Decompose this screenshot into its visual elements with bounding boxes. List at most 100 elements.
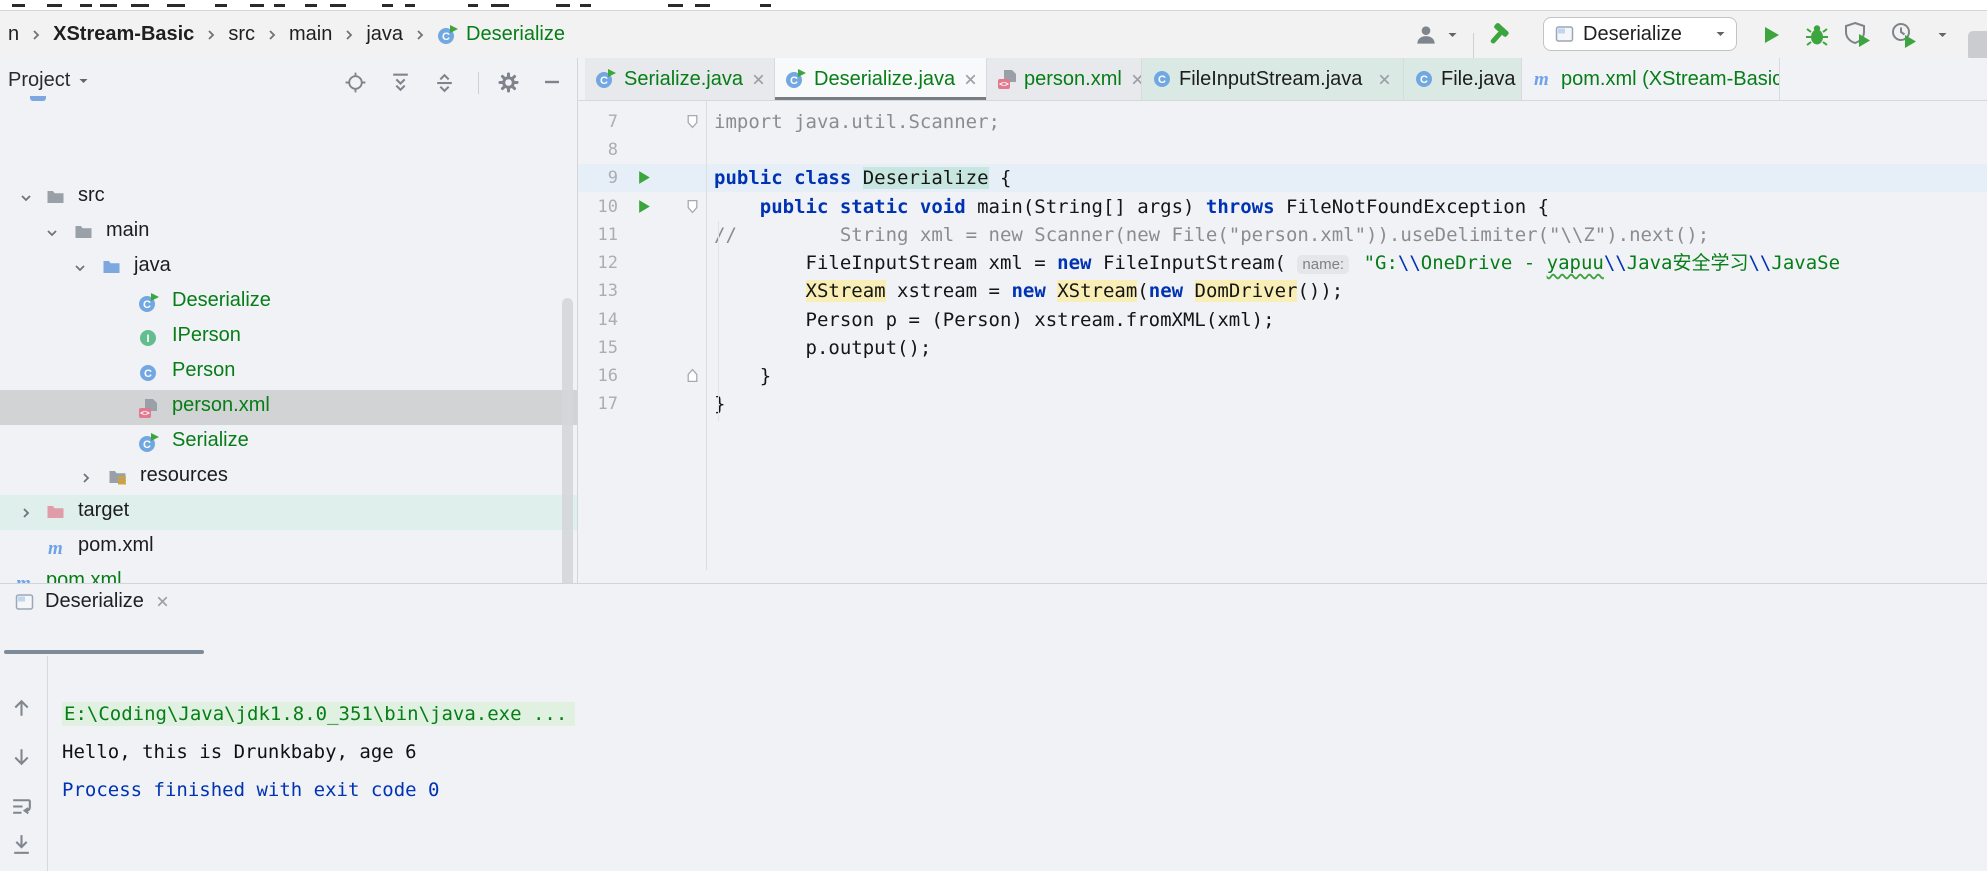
file-type-icon: m	[1532, 69, 1554, 89]
tree-item-target[interactable]: target	[0, 495, 577, 530]
fold-marker[interactable]	[686, 114, 699, 134]
tree-toggle[interactable]	[18, 504, 34, 527]
code-line-7[interactable]: import java.util.Scanner;	[714, 108, 1000, 136]
menu-text-clipped	[760, 4, 771, 7]
tree-item-person[interactable]: C Person	[0, 355, 577, 390]
code-line-17[interactable]: }	[714, 390, 725, 418]
menu-text-clipped	[12, 4, 25, 7]
close-icon[interactable]	[962, 71, 979, 88]
code-token: }	[714, 365, 772, 387]
code-token: xstream =	[885, 280, 1012, 302]
menu-text-clipped	[668, 4, 683, 7]
chevron-down-icon[interactable]	[1934, 11, 1950, 58]
code-line-12[interactable]: FileInputStream xml = new FileInputStrea…	[714, 249, 1840, 277]
settings-button[interactable]	[497, 71, 520, 99]
tree-item-main[interactable]: main	[0, 215, 577, 250]
run-configuration-select[interactable]: Deserialize	[1543, 17, 1737, 51]
hide-button[interactable]	[541, 71, 563, 98]
tree-item-resources[interactable]: resources	[0, 460, 577, 495]
breadcrumb-item[interactable]: java	[366, 23, 403, 46]
fold-marker[interactable]	[686, 199, 699, 219]
chevron-right-icon	[78, 470, 94, 486]
code-line-14[interactable]: Person p = (Person) xstream.fromXML(xml)…	[714, 306, 1275, 334]
code-line-10[interactable]: public static void main(String[] args) t…	[714, 193, 1549, 221]
tree-item-serialize[interactable]: C Serialize	[0, 425, 577, 460]
tree-item-deserialize[interactable]: C Deserialize	[0, 285, 577, 320]
collapse-all-button[interactable]	[433, 71, 456, 99]
code-token: XStream	[1057, 280, 1138, 302]
profiler-button[interactable]	[1888, 11, 1922, 58]
code-line-11[interactable]: // String xml = new Scanner(new File("pe…	[714, 221, 1709, 249]
scroll-to-end-icon	[9, 832, 34, 857]
clipped-toolbar-button[interactable]	[1968, 31, 1987, 61]
tree-item-java[interactable]: java	[0, 250, 577, 285]
fold-marker[interactable]	[686, 368, 699, 388]
user-button[interactable]	[1412, 11, 1440, 58]
locate-button[interactable]	[344, 71, 367, 99]
toolbar-separator	[1473, 33, 1474, 59]
editor-tab-fileinputstream-java[interactable]: C FileInputStream.java	[1142, 58, 1404, 100]
code-token: Deserialize	[862, 167, 989, 189]
scroll-to-end-button[interactable]	[9, 832, 34, 862]
chevron-down-icon[interactable]	[1444, 11, 1460, 58]
code-line-9[interactable]: public class Deserialize {	[714, 164, 1011, 192]
editor-area[interactable]: C Serialize.java C Deserialize.java <> person…	[578, 58, 1987, 641]
editor-tab-deserialize-java[interactable]: C Deserialize.java	[775, 58, 987, 100]
xml-holder: <>	[138, 398, 158, 425]
interface-icon: I	[138, 328, 158, 348]
soft-wrap-button[interactable]	[9, 794, 34, 824]
tree-item-pom-xml[interactable]: m pom.xml	[0, 565, 577, 583]
project-panel-title: Project	[8, 69, 71, 91]
arrow-down-button[interactable]	[9, 744, 34, 774]
tree-toggle[interactable]	[78, 469, 94, 492]
tree-item-src[interactable]: src	[0, 180, 577, 215]
project-scrollbar[interactable]	[562, 298, 573, 626]
folder-gray-icon	[74, 223, 93, 241]
editor-tab-file-java[interactable]: C File.java	[1404, 58, 1522, 100]
breadcrumb-item[interactable]: src	[228, 23, 255, 46]
editor-tab-pom-xml-xstream-basic-[interactable]: m pom.xml (XStream-Basic)	[1522, 58, 1780, 100]
run-with-coverage-button[interactable]	[1843, 11, 1875, 58]
tree-toggle[interactable]	[18, 189, 34, 212]
code-token: ());	[1297, 280, 1344, 302]
debug-button[interactable]	[1802, 11, 1832, 58]
breadcrumb-item[interactable]: C Deserialize	[437, 23, 565, 46]
run-tab[interactable]: Deserialize	[14, 590, 171, 613]
svg-text:C: C	[143, 439, 151, 451]
breadcrumb-item[interactable]: main	[289, 23, 332, 46]
run-line-button[interactable]	[638, 170, 651, 190]
project-view-selector[interactable]: Project	[8, 69, 89, 92]
breadcrumb-item[interactable]: n	[8, 23, 19, 46]
class-run-icon: C	[138, 293, 160, 313]
arrow-up-button[interactable]	[9, 696, 34, 726]
run-button[interactable]	[1756, 11, 1786, 58]
maven-holder: m	[14, 573, 36, 583]
breadcrumb-separator-icon	[28, 27, 44, 43]
class-icon: C	[138, 363, 158, 383]
editor-tab-person-xml[interactable]: <> person.xml	[987, 58, 1142, 100]
expand-all-button[interactable]	[389, 71, 412, 99]
code-line-16[interactable]: }	[714, 362, 771, 390]
tree-toggle[interactable]	[72, 259, 88, 282]
close-icon[interactable]	[1376, 71, 1393, 88]
code-line-13[interactable]: XStream xstream = new XStream(new DomDri…	[714, 277, 1343, 305]
code-line-15[interactable]: p.output();	[714, 334, 932, 362]
svg-text:C: C	[144, 368, 152, 380]
tree-item-iperson[interactable]: I IPerson	[0, 320, 577, 355]
close-icon[interactable]	[1129, 71, 1141, 88]
menu-text-clipped	[580, 4, 591, 7]
svg-text:I: I	[146, 333, 149, 345]
menu-text-clipped	[274, 4, 285, 7]
run-line-button[interactable]	[638, 199, 651, 219]
close-icon[interactable]	[750, 71, 767, 88]
close-icon[interactable]	[154, 593, 171, 610]
tree-item-person-xml[interactable]: <> person.xml	[0, 390, 577, 425]
build-button[interactable]	[1484, 11, 1514, 58]
editor-tab-serialize-java[interactable]: C Serialize.java	[585, 58, 775, 100]
breadcrumb-item[interactable]: XStream-Basic	[53, 23, 194, 46]
code-token: FileInputStream xml =	[714, 252, 1058, 274]
tree-toggle[interactable]	[44, 224, 60, 247]
code-token: new	[1148, 280, 1184, 302]
tree-item-pom-xml[interactable]: m pom.xml	[0, 530, 577, 565]
